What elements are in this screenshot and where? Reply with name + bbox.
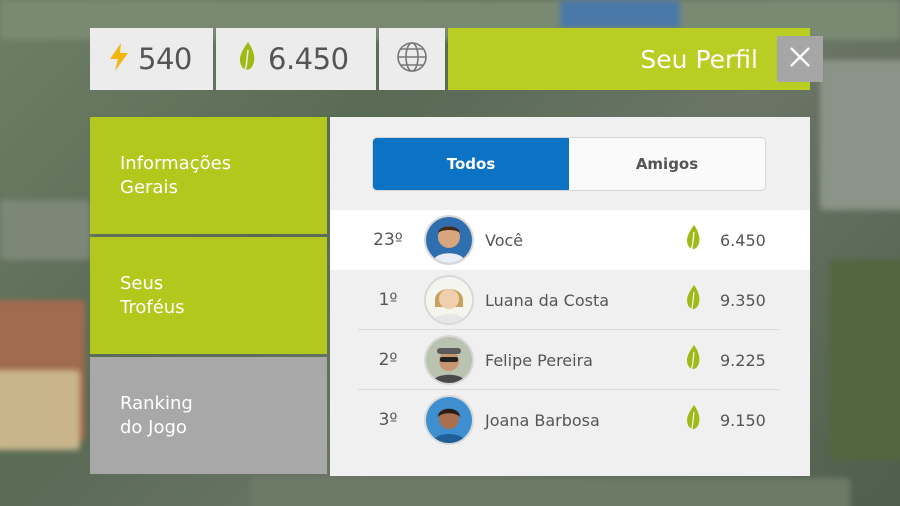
page-title: Seu Perfil xyxy=(640,44,758,74)
points-stat: 6.450 xyxy=(216,28,376,90)
lightning-icon xyxy=(110,43,128,75)
player-score: 9.150 xyxy=(720,410,766,430)
player-name: Joana Barbosa xyxy=(485,410,600,430)
ranking-list: 23º Você 6.450 1º Luana da Costa 9.350 2… xyxy=(330,210,810,450)
ranking-row-you[interactable]: 23º Você 6.450 xyxy=(330,210,810,270)
avatar xyxy=(424,275,474,325)
close-button[interactable] xyxy=(777,36,823,82)
ranking-tabs: Todos Amigos xyxy=(372,137,766,191)
side-item-ranking[interactable]: Ranking do Jogo xyxy=(90,357,327,474)
ranking-row[interactable]: 2º Felipe Pereira 9.225 xyxy=(330,330,810,390)
leaf-icon xyxy=(685,225,703,255)
avatar xyxy=(424,335,474,385)
rank-position: 23º xyxy=(373,230,403,250)
avatar xyxy=(424,215,474,265)
player-score: 6.450 xyxy=(720,230,766,250)
rank-position: 2º xyxy=(378,350,398,370)
player-name: Você xyxy=(485,230,524,250)
player-name: Felipe Pereira xyxy=(485,350,593,370)
energy-value: 540 xyxy=(138,42,192,76)
player-score: 9.225 xyxy=(720,350,766,370)
ranking-panel: Todos Amigos 23º Você 6.450 1º Luana da … xyxy=(330,117,810,476)
rank-position: 1º xyxy=(378,290,398,310)
player-score: 9.350 xyxy=(720,290,766,310)
rank-position: 3º xyxy=(378,410,398,430)
ranking-row[interactable]: 3º Joana Barbosa 9.150 xyxy=(330,390,810,450)
close-icon xyxy=(789,46,811,72)
side-item-trophies[interactable]: Seus Troféus xyxy=(90,237,327,354)
profile-title-bar: Seu Perfil xyxy=(448,28,823,90)
leaf-icon xyxy=(685,285,703,315)
tab-friends[interactable]: Amigos xyxy=(569,138,765,190)
side-menu: Informações Gerais Seus Troféus Ranking … xyxy=(90,117,327,477)
side-item-general-info[interactable]: Informações Gerais xyxy=(90,117,327,234)
player-name: Luana da Costa xyxy=(485,290,610,310)
tab-all[interactable]: Todos xyxy=(373,138,569,190)
energy-stat: 540 xyxy=(90,28,213,90)
points-value: 6.450 xyxy=(268,42,349,76)
globe-button[interactable] xyxy=(379,28,445,90)
leaf-icon xyxy=(685,405,703,435)
avatar xyxy=(424,395,474,445)
ranking-row[interactable]: 1º Luana da Costa 9.350 xyxy=(330,270,810,330)
leaf-icon xyxy=(238,42,258,76)
top-bar: 540 6.450 Seu Perfil xyxy=(90,28,823,90)
globe-icon xyxy=(396,41,428,77)
leaf-icon xyxy=(685,345,703,375)
